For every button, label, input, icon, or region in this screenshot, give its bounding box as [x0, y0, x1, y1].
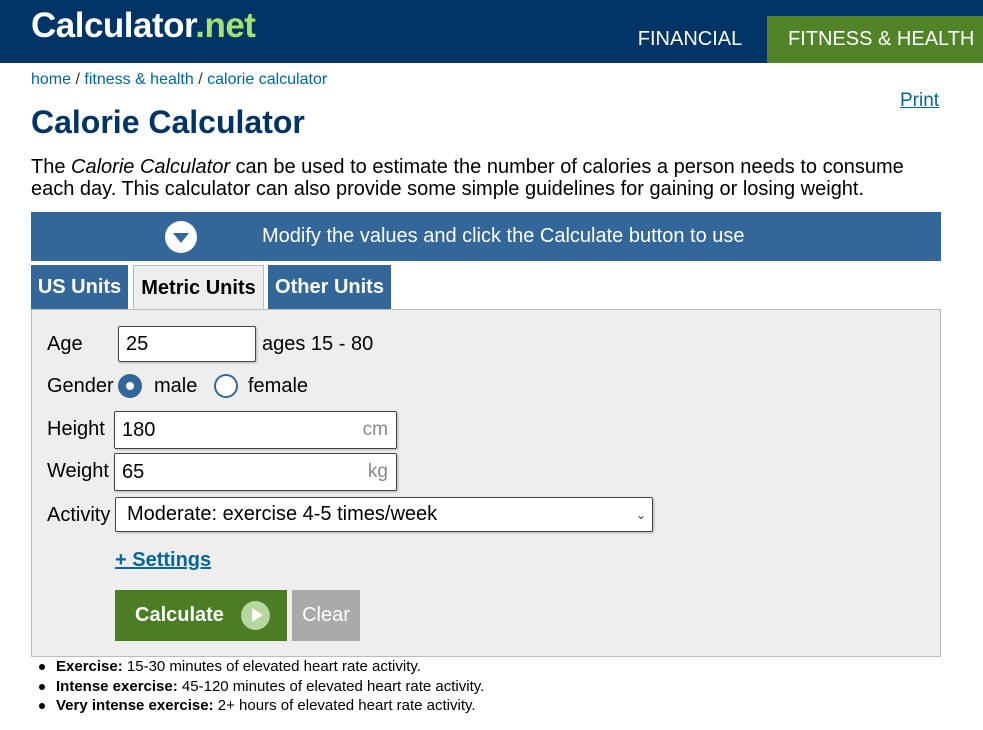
weight-input[interactable]: 65 kg	[114, 453, 397, 491]
nav-fitness-health[interactable]: FITNESS & HEALTH	[767, 16, 983, 63]
age-input[interactable]: 25	[118, 326, 256, 362]
gender-label: Gender	[47, 375, 114, 397]
breadcrumb-separator: /	[71, 71, 85, 88]
height-value: 180	[122, 418, 156, 441]
height-unit: cm	[362, 419, 388, 440]
gender-male-radio[interactable]	[118, 374, 142, 398]
age-label: Age	[47, 333, 83, 355]
logo-main-text: Calculator	[31, 6, 196, 45]
modify-values-bar[interactable]: Modify the values and click the Calculat…	[31, 212, 941, 261]
breadcrumb: home / fitness & health / calorie calcul…	[31, 71, 327, 89]
nav-financial[interactable]: FINANCIAL	[614, 16, 766, 63]
note-text: 15-30 minutes of elevated heart rate act…	[122, 658, 421, 675]
weight-label: Weight	[47, 460, 109, 482]
height-label: Height	[47, 418, 105, 440]
settings-toggle-link[interactable]: + Settings	[115, 549, 211, 572]
chevron-down-icon: ⌄	[635, 507, 646, 522]
age-range-hint: ages 15 - 80	[262, 333, 374, 355]
activity-select[interactable]: Moderate: exercise 4-5 times/week ⌄	[115, 497, 653, 532]
note-term: Intense exercise:	[56, 677, 178, 695]
weight-value: 65	[122, 460, 145, 483]
intro-emphasis: Calorie Calculator	[71, 156, 230, 178]
modify-bar-text: Modify the values and click the Calculat…	[262, 225, 745, 247]
calculate-button-label: Calculate	[135, 604, 224, 626]
clear-button[interactable]: Clear	[292, 590, 360, 641]
chevron-down-circle-icon[interactable]	[165, 221, 197, 253]
activity-notes-list: Exercise: 15-30 minutes of elevated hear…	[36, 657, 484, 716]
breadcrumb-home[interactable]: home	[31, 71, 71, 88]
note-term: Very intense exercise:	[56, 697, 214, 714]
list-item: Intense exercise: 45-120 minutes of elev…	[36, 677, 484, 697]
note-text: 2+ hours of elevated heart rate activity…	[213, 697, 476, 714]
note-term: Exercise:	[56, 658, 123, 675]
note-text: 45-120 minutes of elevated heart rate ac…	[177, 677, 485, 695]
breadcrumb-fitness-health[interactable]: fitness & health	[84, 71, 193, 88]
intro-text: The Calorie Calculator can be used to es…	[31, 156, 931, 200]
age-value: 25	[126, 332, 149, 355]
weight-unit: kg	[367, 461, 388, 482]
height-input[interactable]: 180 cm	[114, 411, 397, 449]
gender-female-radio[interactable]	[214, 374, 238, 398]
top-header: Calculator.net FINANCIAL FITNESS & HEALT…	[0, 0, 983, 63]
tab-us-units[interactable]: US Units	[31, 265, 128, 309]
list-item: Very intense exercise: 2+ hours of eleva…	[36, 696, 484, 716]
print-link[interactable]: Print	[900, 90, 939, 112]
site-logo[interactable]: Calculator.net	[31, 6, 256, 46]
calculate-button[interactable]: Calculate	[115, 590, 287, 641]
tab-metric-units[interactable]: Metric Units	[133, 265, 264, 311]
play-icon	[241, 601, 270, 630]
activity-label: Activity	[47, 504, 111, 526]
gender-male-label[interactable]: male	[154, 375, 197, 398]
gender-female-label[interactable]: female	[248, 375, 308, 398]
page-title: Calorie Calculator	[31, 104, 305, 140]
list-item: Exercise: 15-30 minutes of elevated hear…	[36, 657, 484, 677]
tab-other-units[interactable]: Other Units	[268, 265, 391, 309]
breadcrumb-separator: /	[193, 71, 208, 88]
logo-ext-text: .net	[195, 6, 256, 45]
intro-pre: The	[31, 156, 72, 178]
breadcrumb-calorie-calculator[interactable]: calorie calculator	[207, 71, 327, 88]
activity-selected-value: Moderate: exercise 4-5 times/week	[127, 503, 438, 525]
